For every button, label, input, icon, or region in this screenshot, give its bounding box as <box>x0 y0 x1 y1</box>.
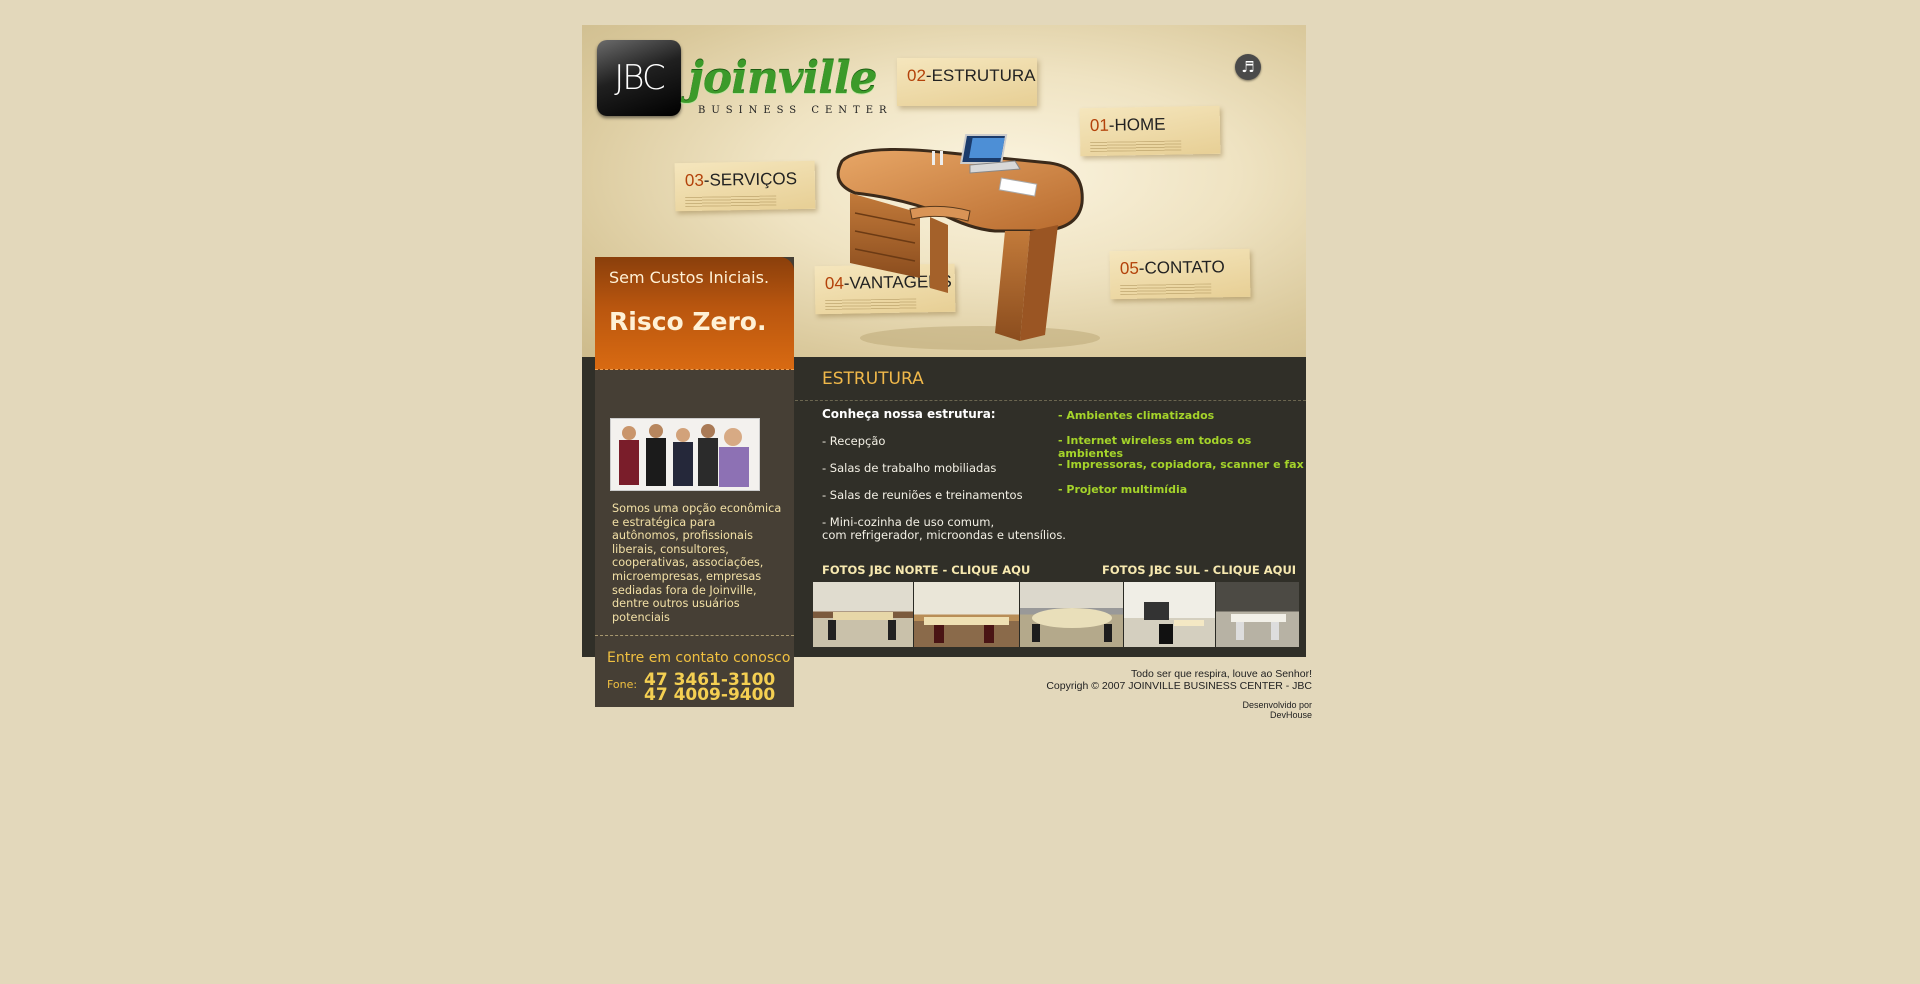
divider <box>595 635 794 636</box>
office-photo[interactable] <box>1215 582 1299 647</box>
feature-item: - Salas de reuniões e treinamentos <box>822 488 1023 502</box>
office-photo-art <box>1144 602 1205 644</box>
office-photo[interactable] <box>914 582 1021 647</box>
photo-gallery-strip <box>813 582 1299 647</box>
fotos-sul-link[interactable]: FOTOS JBC SUL - CLIQUE AQUI <box>1102 563 1296 577</box>
nav-contato[interactable]: 05-CONTATO <box>1109 248 1251 300</box>
office-photo[interactable] <box>813 582 915 647</box>
promo-banner: Sem Custos Iniciais. Risco Zero. <box>595 257 794 370</box>
team-photo-art <box>611 419 759 490</box>
footer-copyright: Todo ser que respira, louve ao Senhor! C… <box>1046 668 1312 692</box>
office-photo-art <box>828 612 896 640</box>
footer-line: Copyrigh © 2007 JOINVILLE BUSINESS CENTE… <box>1046 680 1312 692</box>
dev-line: DevHouse <box>1269 710 1312 720</box>
developer-credit[interactable]: Desenvolvido por DevHouse <box>1242 700 1312 720</box>
dev-line: Desenvolvido por <box>1242 700 1312 710</box>
amenity-item: - Ambientes climatizados <box>1058 409 1215 422</box>
nav-servicos[interactable]: 03-SERVIÇOS <box>674 160 816 212</box>
logo-wordmark[interactable]: joinville <box>688 53 878 104</box>
team-photo <box>610 418 760 491</box>
office-photo[interactable] <box>1020 582 1125 647</box>
nav-number: 05 <box>1119 258 1139 279</box>
note-text-lines <box>1120 283 1212 296</box>
nav-label: -CONTATO <box>1138 257 1225 278</box>
jbc-logo-badge[interactable]: JBC <box>597 40 681 116</box>
fotos-norte-link[interactable]: FOTOS JBC NORTE - CLIQUE AQU <box>822 563 1030 577</box>
office-photo-art <box>924 617 1010 643</box>
left-sidebar: Sem Custos Iniciais. Risco Zero. Somos u… <box>595 257 794 707</box>
site-container: JBC joinville BUSINESS CENTER 02-ESTRUTU… <box>582 25 1312 725</box>
office-desk-illustration <box>836 134 1100 350</box>
divider <box>795 400 1306 401</box>
amenity-item: - Impressoras, copiadora, scanner e fax <box>1058 458 1304 471</box>
promo-tagline: Risco Zero. <box>609 307 767 336</box>
phone-number-2: 47 4009-9400 <box>644 685 776 705</box>
about-text: Somos uma opção econômica e estratégica … <box>612 502 782 624</box>
section-title: ESTRUTURA <box>822 369 924 389</box>
phone-label: Fone: <box>607 678 638 691</box>
promo-headline: Sem Custos Iniciais. <box>609 268 770 287</box>
feature-item: com refrigerador, microondas e utensílio… <box>822 528 1066 542</box>
feature-item: - Salas de trabalho mobiliadas <box>822 461 997 475</box>
office-photo[interactable] <box>1124 582 1216 647</box>
feature-item: - Recepção <box>822 434 886 448</box>
music-note-icon[interactable]: ♬ <box>1235 54 1261 80</box>
nav-label: -ESTRUTURA <box>925 66 1036 85</box>
note-text-lines <box>685 195 777 208</box>
footer-line: Todo ser que respira, louve ao Senhor! <box>1131 668 1312 680</box>
nav-number: 03 <box>684 170 704 191</box>
nav-number: 02 <box>907 66 926 85</box>
office-photo-art <box>1032 608 1113 642</box>
nav-estrutura[interactable]: 02-ESTRUTURA <box>897 58 1037 106</box>
amenity-item: - Internet wireless em todos os ambiente… <box>1058 434 1252 460</box>
amenity-item: - Projetor multimídia <box>1058 483 1188 496</box>
nav-label: -SERVIÇOS <box>703 169 798 190</box>
office-photo-art <box>1230 614 1286 640</box>
structure-intro: Conheça nossa estrutura: <box>822 407 996 421</box>
contact-heading: Entre em contato conosco <box>607 650 791 666</box>
